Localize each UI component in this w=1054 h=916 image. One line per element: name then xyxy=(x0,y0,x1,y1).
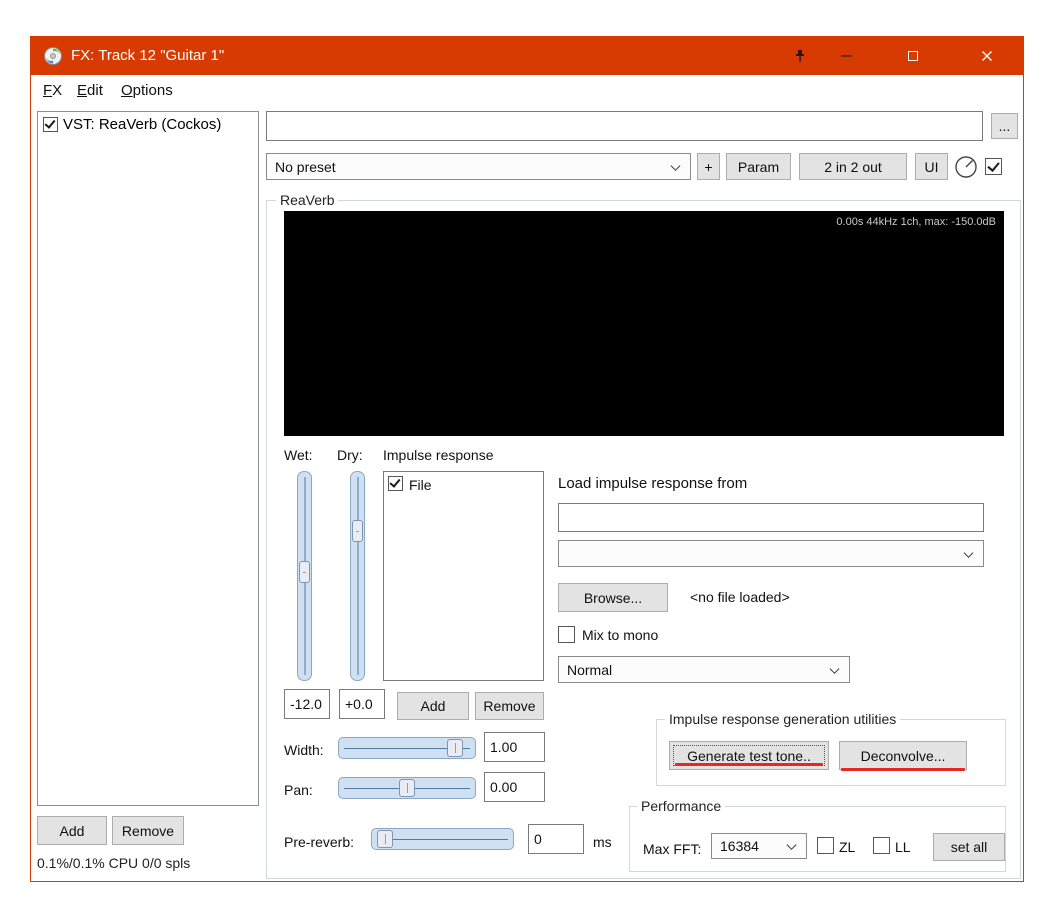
pin-button[interactable] xyxy=(782,37,818,75)
fx-comment-input[interactable] xyxy=(266,111,983,141)
generation-group-label: Impulse response generation utilities xyxy=(665,711,901,727)
preset-add-button[interactable]: + xyxy=(697,153,720,180)
file-item-checkbox[interactable] xyxy=(388,476,403,491)
pan-slider[interactable] xyxy=(338,777,476,799)
impulse-file-list[interactable]: File xyxy=(383,471,544,681)
width-slider-handle[interactable] xyxy=(447,739,463,757)
remove-fx-button[interactable]: Remove xyxy=(112,816,184,845)
file-item-label: File xyxy=(409,477,432,493)
pan-slider-handle[interactable] xyxy=(399,779,415,797)
more-options-button[interactable]: ... xyxy=(991,113,1018,139)
file-status: <no file loaded> xyxy=(690,589,790,605)
chevron-down-icon xyxy=(829,663,840,674)
dry-slider-handle[interactable] xyxy=(352,520,363,542)
minimize-button[interactable] xyxy=(824,37,868,75)
max-fft-label: Max FFT: xyxy=(643,841,702,857)
mix-to-mono-checkbox[interactable] xyxy=(558,626,575,643)
chevron-down-icon xyxy=(963,547,974,558)
wet-label: Wet: xyxy=(284,447,313,463)
fx-chain-panel[interactable]: VST: ReaVerb (Cockos) xyxy=(37,111,259,806)
browse-button[interactable]: Browse... xyxy=(558,583,668,612)
pan-label: Pan: xyxy=(284,782,313,798)
chevron-down-icon xyxy=(786,840,797,850)
width-slider[interactable] xyxy=(338,737,476,759)
add-fx-button[interactable]: Add xyxy=(37,816,107,845)
wet-slider[interactable] xyxy=(297,471,312,681)
impulse-path-input[interactable] xyxy=(558,503,984,532)
ms-label: ms xyxy=(593,834,612,850)
minimize-icon xyxy=(840,55,852,57)
fx-window: FX: Track 12 "Guitar 1" FX Edit Options xyxy=(30,36,1024,882)
menu-item-edit[interactable]: Edit xyxy=(77,75,103,107)
load-impulse-label: Load impulse response from xyxy=(558,475,748,492)
dry-value-input[interactable] xyxy=(339,689,385,719)
wet-value-input[interactable] xyxy=(284,689,330,719)
maximize-icon xyxy=(908,51,918,61)
pre-reverb-value-input[interactable] xyxy=(528,824,584,854)
fx-enable-checkbox[interactable] xyxy=(43,117,58,132)
width-label: Width: xyxy=(284,742,324,758)
preset-value: No preset xyxy=(275,158,336,175)
display-info: 0.00s 44kHz 1ch, max: -150.0dB xyxy=(836,216,996,228)
impulse-remove-button[interactable]: Remove xyxy=(475,692,544,720)
zl-label: ZL xyxy=(839,839,856,855)
close-button[interactable] xyxy=(962,37,1012,75)
title-bar[interactable]: FX: Track 12 "Guitar 1" xyxy=(31,37,1023,75)
maximize-button[interactable] xyxy=(891,37,935,75)
pan-value-input[interactable] xyxy=(484,772,545,802)
pre-reverb-slider-handle[interactable] xyxy=(377,830,393,848)
pre-reverb-slider[interactable] xyxy=(371,828,514,850)
performance-group-label: Performance xyxy=(637,798,726,814)
fx-chain-item-label: VST: ReaVerb (Cockos) xyxy=(63,116,222,133)
param-button[interactable]: Param xyxy=(726,153,791,180)
impulse-response-label: Impulse response xyxy=(383,447,494,463)
ui-button[interactable]: UI xyxy=(915,153,948,180)
fx-chain-item[interactable]: VST: ReaVerb (Cockos) xyxy=(41,115,255,135)
generate-test-tone-button[interactable]: Generate test tone.. xyxy=(669,741,829,770)
cpu-status: 0.1%/0.1% CPU 0/0 spls xyxy=(37,855,191,871)
dry-slider[interactable] xyxy=(350,471,365,681)
max-fft-dropdown[interactable]: 16384 xyxy=(711,833,807,859)
pre-reverb-label: Pre-reverb: xyxy=(284,834,355,850)
dry-label: Dry: xyxy=(337,447,363,463)
routing-button[interactable]: 2 in 2 out xyxy=(799,153,907,180)
impulse-add-button[interactable]: Add xyxy=(397,692,469,720)
window-title: FX: Track 12 "Guitar 1" xyxy=(71,47,225,64)
mode-dropdown[interactable]: Normal xyxy=(558,656,850,683)
menu-bar: FX Edit Options xyxy=(31,75,1023,107)
ll-label: LL xyxy=(895,839,911,855)
mix-to-mono-label: Mix to mono xyxy=(582,627,659,643)
fx-enabled-checkbox[interactable] xyxy=(985,158,1002,175)
generate-test-tone-label: Generate test tone.. xyxy=(687,747,811,764)
annotation-underline-generate xyxy=(675,763,823,766)
wetdry-knob[interactable] xyxy=(953,154,979,180)
max-fft-value: 16384 xyxy=(720,838,759,854)
chevron-down-icon xyxy=(670,160,681,171)
mode-value: Normal xyxy=(567,661,613,678)
zl-checkbox[interactable] xyxy=(817,837,834,854)
annotation-underline-deconvolve xyxy=(841,768,965,771)
menu-item-fx[interactable]: FX xyxy=(43,75,62,107)
reaper-icon xyxy=(43,46,63,66)
reaverb-group-label: ReaVerb xyxy=(276,192,339,208)
ll-checkbox[interactable] xyxy=(873,837,890,854)
impulse-source-dropdown[interactable] xyxy=(558,540,984,567)
width-value-input[interactable] xyxy=(484,732,545,762)
waveform-display[interactable]: 0.00s 44kHz 1ch, max: -150.0dB xyxy=(284,211,1004,436)
menu-item-options[interactable]: Options xyxy=(121,75,173,107)
deconvolve-button[interactable]: Deconvolve... xyxy=(839,741,967,770)
set-all-button[interactable]: set all xyxy=(933,833,1005,861)
close-icon xyxy=(982,51,992,61)
wet-slider-handle[interactable] xyxy=(299,561,310,583)
preset-dropdown[interactable]: No preset xyxy=(266,153,691,180)
